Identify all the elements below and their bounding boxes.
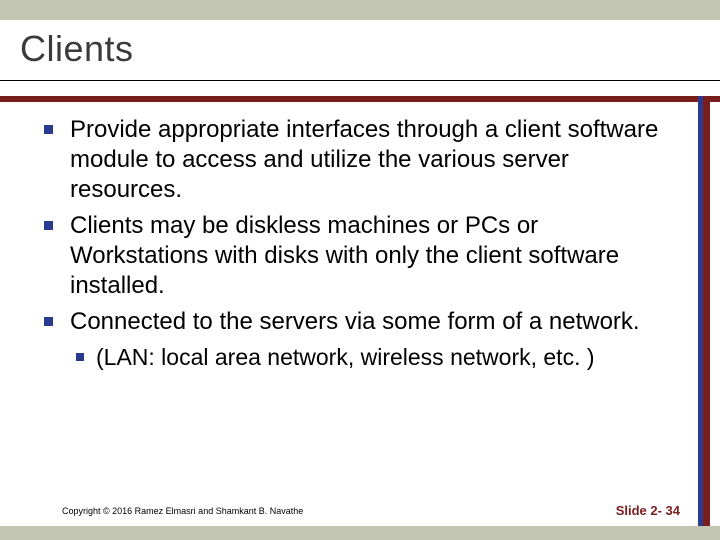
copyright-text: Copyright © 2016 Ramez Elmasri and Shamk…: [62, 506, 303, 516]
vertical-bar-red: [703, 96, 710, 526]
slide-title: Clients: [20, 28, 134, 70]
accent-bar: [0, 96, 720, 102]
slide-number: Slide 2- 34: [616, 503, 680, 518]
sub-bullet-list: (LAN: local area network, wireless netwo…: [70, 343, 680, 373]
title-rule: [0, 80, 720, 81]
sub-bullet-item: (LAN: local area network, wireless netwo…: [70, 343, 680, 373]
bullet-item: Clients may be diskless machines or PCs …: [40, 211, 680, 301]
footer-band: [0, 526, 720, 540]
bullet-text: Connected to the servers via some form o…: [70, 308, 640, 335]
slide: Clients Provide appropriate interfaces t…: [0, 0, 720, 540]
bullet-item: Provide appropriate interfaces through a…: [40, 115, 680, 205]
sub-bullet-text: (LAN: local area network, wireless netwo…: [96, 344, 595, 370]
content-area: Provide appropriate interfaces through a…: [40, 115, 680, 379]
bullet-text: Clients may be diskless machines or PCs …: [70, 212, 619, 299]
bullet-text: Provide appropriate interfaces through a…: [70, 116, 658, 203]
bullet-list: Provide appropriate interfaces through a…: [40, 115, 680, 373]
top-band: [0, 0, 720, 20]
bullet-item: Connected to the servers via some form o…: [40, 307, 680, 373]
